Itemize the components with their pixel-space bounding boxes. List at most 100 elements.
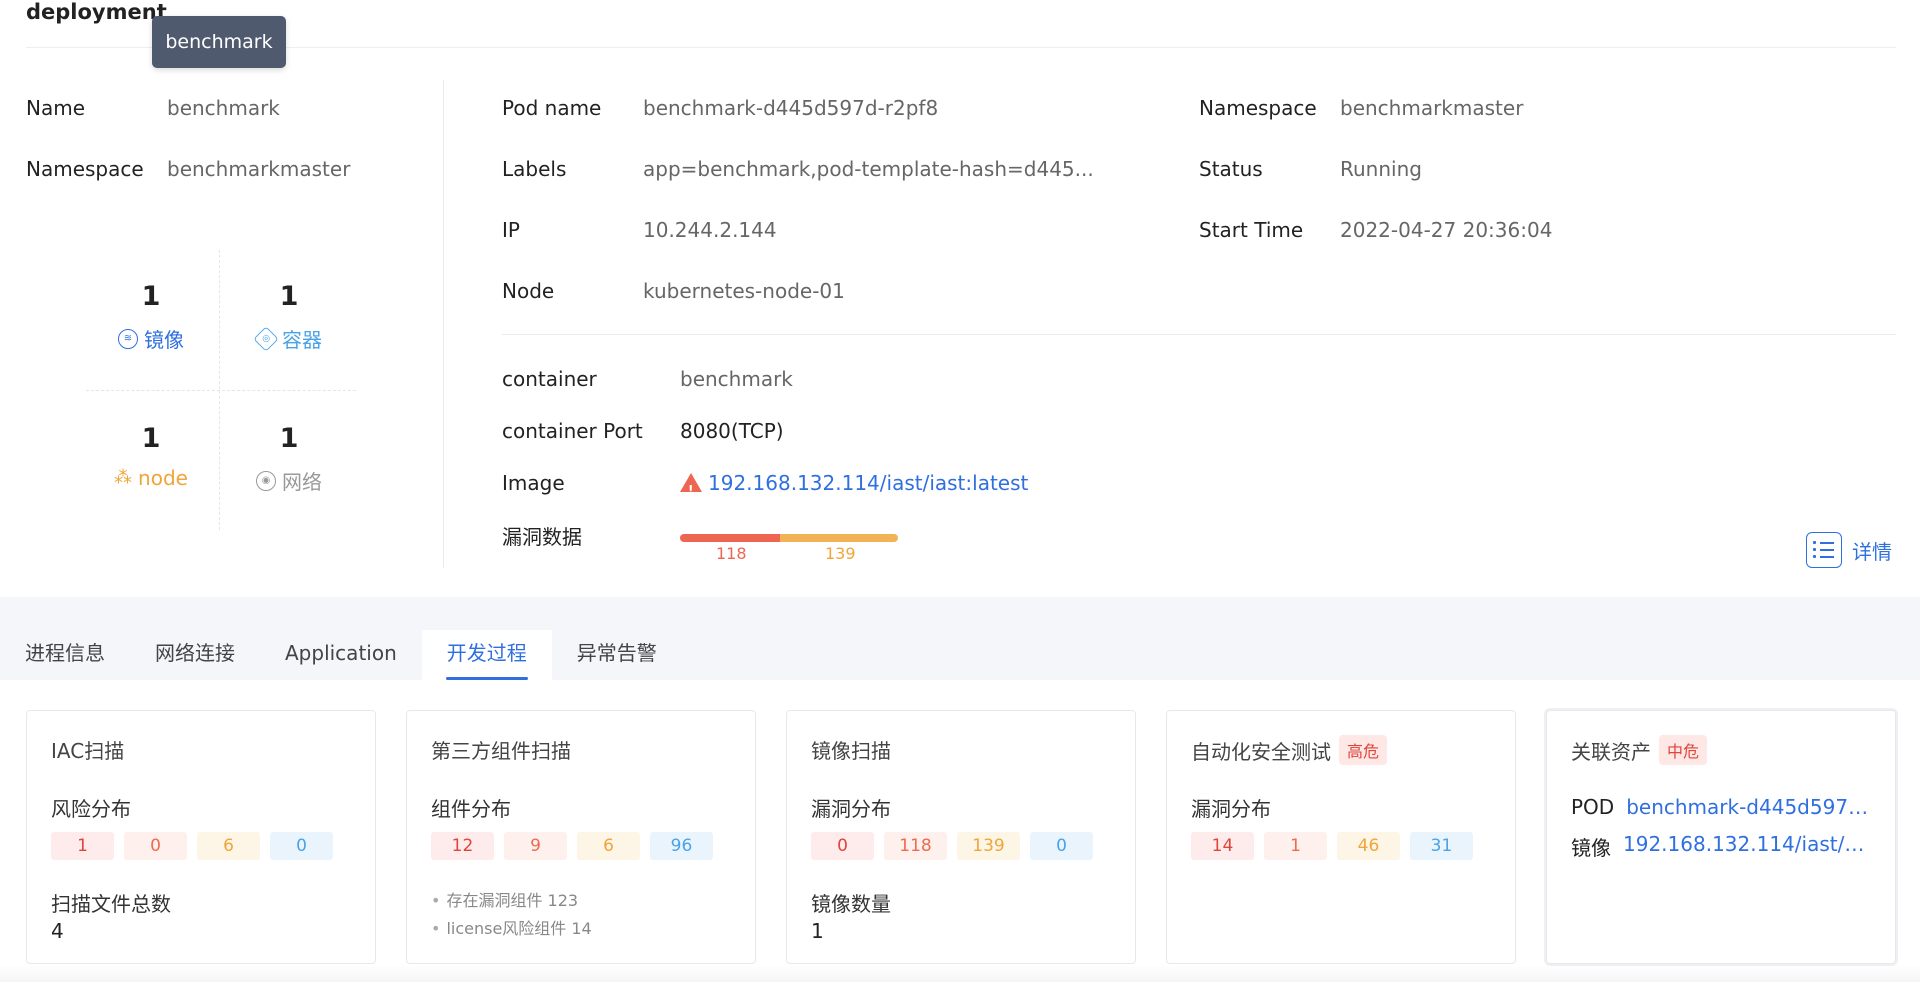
total-files-label: 扫描文件总数 [51,892,171,916]
list-icon [1806,532,1842,568]
asset-image-row: 镜像 192.168.132.114/iast/ias... [1571,832,1868,861]
pod-start-time-row: Start Time 2022-04-27 20:36:04 [1199,218,1799,242]
section-title: deployment [26,0,167,24]
count-high: 118 [884,832,947,860]
container-link[interactable]: benchmark [680,367,793,391]
vuln-bar[interactable] [680,534,898,542]
stat-node-count: 1 [141,423,161,454]
vuln-bar-medium [780,534,898,542]
vuln-medium-count: 139 [825,544,856,563]
tab-dev-process[interactable]: 开发过程 [421,630,552,680]
tab-network-connections[interactable]: 网络连接 [130,630,260,680]
layers-icon: ≋ [118,328,138,349]
count-critical: 0 [811,832,874,860]
tab-alerts[interactable]: 异常告警 [552,630,682,680]
vuln-counts: 0 118 139 0 [811,832,1093,860]
vuln-counts: 14 1 46 31 [1191,832,1473,860]
node-icon: ⁂ [114,467,133,488]
panel-divider [443,80,444,568]
container-port-row: container Port 8080(TCP) [502,419,1302,443]
pod-labels-row: Labels app=benchmark,pod-template-hash=d… [502,157,1102,181]
risk-counts: 1 0 6 0 [51,832,333,860]
stat-network[interactable]: 1 ◉ 网络 [229,424,349,495]
third-party-scan-card[interactable]: 第三方组件扫描 组件分布 12 9 6 96 存在漏洞组件 123 licens… [406,710,756,964]
image-scan-card[interactable]: 镜像扫描 漏洞分布 0 118 139 0 镜像数量 1 [786,710,1136,964]
start-time-label: Start Time [1199,218,1304,242]
container-row: container benchmark [502,367,1302,391]
count-low: 31 [1410,832,1473,860]
ip-value: 10.244.2.144 [643,218,777,242]
count-high: 0 [124,832,187,860]
container-port-value: 8080(TCP) [680,419,784,443]
component-summary: 存在漏洞组件 123 license风险组件 14 [431,887,592,943]
name-value[interactable]: benchmark [167,96,280,120]
vuln-distribution-label: 漏洞分布 [1191,797,1271,821]
tab-process-info[interactable]: 进程信息 [0,630,130,680]
detail-button[interactable]: 详情 [1806,532,1892,568]
card-title: 第三方组件扫描 [431,739,571,763]
iac-scan-card[interactable]: IAC扫描 风险分布 1 0 6 0 扫描文件总数 4 [26,710,376,964]
pod-namespace-value: benchmarkmaster [1340,96,1524,120]
stats-divider-horizontal [86,390,356,391]
deployment-namespace-row: Namespace benchmarkmaster [26,157,426,181]
count-high: 1 [1264,832,1327,860]
name-label: Name [26,96,86,120]
stat-image-label: 镜像 [144,328,184,352]
title-divider [26,47,1896,48]
container-label: container [502,367,597,391]
node-label: Node [502,279,555,303]
container-port-label: container Port [502,419,643,443]
count-medium: 6 [577,832,640,860]
card-title: IAC扫描 [51,739,125,763]
vuln-data-label: 漏洞数据 [502,525,582,549]
asset-pod-label: POD [1571,795,1615,819]
stat-network-count: 1 [279,423,299,454]
vuln-bar-high [680,534,780,542]
status-value: Running [1340,157,1422,181]
namespace-label: Namespace [26,157,144,181]
image-count-label: 镜像数量 [811,892,891,916]
pod-node-row: Node kubernetes-node-01 [502,279,1102,303]
vuln-distribution-label: 漏洞分布 [811,797,891,821]
license-risk-components: license风险组件 14 [431,915,591,943]
warning-icon [680,473,702,502]
ip-label: IP [502,218,520,242]
count-low: 0 [1030,832,1093,860]
node-value: kubernetes-node-01 [643,279,845,303]
severity-badge: 中危 [1659,735,1708,765]
stat-node-label: node [138,466,188,490]
namespace-value: benchmarkmaster [167,157,351,181]
risk-distribution-label: 风险分布 [51,797,131,821]
asset-pod-link[interactable]: benchmark-d445d597d... [1626,795,1871,819]
asset-image-link[interactable]: 192.168.132.114/iast/ias... [1623,832,1868,861]
detail-label: 详情 [1852,539,1892,564]
status-label: Status [1199,157,1263,181]
labels-label: Labels [502,157,567,181]
stat-network-label: 网络 [282,470,322,494]
stat-image[interactable]: 1 ≋ 镜像 [91,282,211,353]
stat-container[interactable]: 1 ◎ 容器 [229,282,349,353]
resource-stats: 1 ≋ 镜像 1 ◎ 容器 1 ⁂ node 1 ◉ 网络 [86,250,356,530]
image-link[interactable]: 192.168.132.114/iast/iast:latest [708,471,1028,495]
count-high: 9 [504,832,567,860]
network-icon: ◉ [256,470,276,491]
pod-name-row: Pod name benchmark-d445d597d-r2pf8 [502,96,1102,120]
count-low: 96 [650,832,713,860]
image-count-value: 1 [811,919,824,943]
stat-image-count: 1 [141,281,161,312]
pod-namespace-row: Namespace benchmarkmaster [1199,96,1799,120]
labels-value[interactable]: app=benchmark,pod-template-hash=d445... [643,157,1094,181]
image-label: Image [502,471,565,495]
severity-badge: 高危 [1339,735,1388,765]
vuln-high-count: 118 [716,544,747,563]
stat-node[interactable]: 1 ⁂ node [91,423,211,491]
deployment-name-row: Name benchmark [26,96,426,120]
tab-bar: 进程信息 网络连接 Application 开发过程 异常告警 [0,630,682,680]
vulnerable-components: 存在漏洞组件 123 [431,887,592,915]
count-critical: 14 [1191,832,1254,860]
tab-application[interactable]: Application [260,630,422,680]
pod-name-label: Pod name [502,96,602,120]
auto-security-test-card[interactable]: 自动化安全测试 高危 漏洞分布 14 1 46 31 [1166,710,1516,964]
related-assets-card[interactable]: 关联资产 中危 POD benchmark-d445d597d... 镜像 19… [1546,710,1896,964]
stat-container-label: 容器 [282,328,322,352]
